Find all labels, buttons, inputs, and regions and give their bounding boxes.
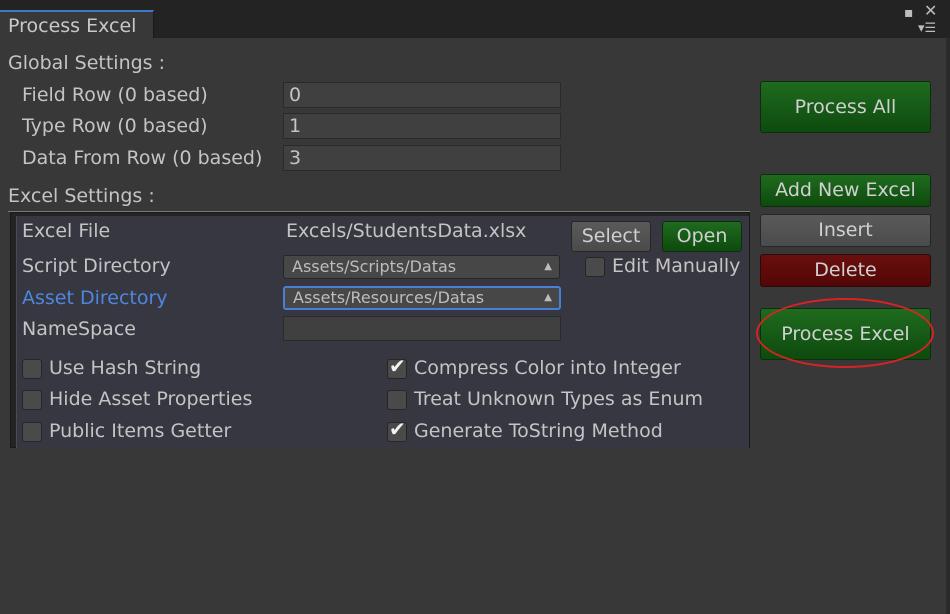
open-button[interactable]: Open xyxy=(662,221,742,252)
select-button[interactable]: Select xyxy=(571,221,651,252)
highlight-ring xyxy=(756,298,934,368)
type-row-input[interactable]: 1 xyxy=(283,113,561,139)
add-new-excel-button[interactable]: Add New Excel xyxy=(760,174,931,207)
edit-manually-checkbox[interactable] xyxy=(585,257,605,277)
data-row-input[interactable]: 3 xyxy=(283,145,561,171)
public-items-getter-label: Public Items Getter xyxy=(49,420,232,442)
namespace-label: NameSpace xyxy=(22,318,136,340)
insert-button[interactable]: Insert xyxy=(760,214,931,247)
excel-file-path: Excels/StudentsData.xlsx xyxy=(286,220,527,242)
excel-file-label: Excel File xyxy=(22,220,111,242)
namespace-input[interactable] xyxy=(283,316,561,341)
generate-tostring-label: Generate ToString Method xyxy=(414,420,663,442)
checkmark-icon: ✔ xyxy=(389,417,406,441)
process-all-button[interactable]: Process All xyxy=(760,81,931,133)
script-directory-dropdown[interactable]: Assets/Scripts/Datas ▲▼ xyxy=(283,255,560,279)
asset-directory-dropdown[interactable]: Assets/Resources/Datas ▲▼ xyxy=(283,286,561,310)
field-row-label: Field Row (0 based) xyxy=(22,84,208,106)
script-directory-value: Assets/Scripts/Datas xyxy=(292,257,457,276)
generate-tostring-checkbox[interactable]: ✔ xyxy=(387,417,407,442)
checkmark-icon: ✔ xyxy=(389,354,406,378)
script-directory-label: Script Directory xyxy=(22,255,171,277)
data-row-label: Data From Row (0 based) xyxy=(22,147,263,169)
maximize-icon[interactable]: ▪ xyxy=(904,6,914,20)
tab-title: Process Excel xyxy=(8,15,137,37)
close-icon[interactable]: ✕ xyxy=(924,3,937,19)
compress-color-checkbox[interactable]: ✔ xyxy=(387,354,407,379)
treat-unknown-checkbox[interactable] xyxy=(387,390,407,410)
type-row-label: Type Row (0 based) xyxy=(22,115,208,137)
tab-process-excel[interactable]: Process Excel xyxy=(0,10,154,38)
public-items-getter-checkbox[interactable] xyxy=(22,422,42,442)
dropdown-arrows-icon: ▲▼ xyxy=(544,261,552,272)
use-hash-string-checkbox[interactable] xyxy=(22,359,42,379)
dropdown-arrows-icon: ▲▼ xyxy=(544,292,552,303)
hide-asset-properties-checkbox[interactable] xyxy=(22,390,42,410)
use-hash-string-label: Use Hash String xyxy=(49,357,202,379)
delete-button[interactable]: Delete xyxy=(760,254,931,287)
treat-unknown-label: Treat Unknown Types as Enum xyxy=(414,388,704,410)
asset-directory-value: Assets/Resources/Datas xyxy=(293,288,485,307)
global-settings-heading: Global Settings : xyxy=(8,52,166,74)
asset-directory-label: Asset Directory xyxy=(22,287,168,309)
excel-settings-heading: Excel Settings : xyxy=(8,185,155,207)
window-edge xyxy=(946,38,950,614)
compress-color-label: Compress Color into Integer xyxy=(414,357,681,379)
edit-manually-label: Edit Manually xyxy=(612,255,741,277)
menu-icon[interactable]: ▾☰ xyxy=(918,22,936,36)
hide-asset-properties-label: Hide Asset Properties xyxy=(49,388,253,410)
field-row-input[interactable]: 0 xyxy=(283,82,561,108)
